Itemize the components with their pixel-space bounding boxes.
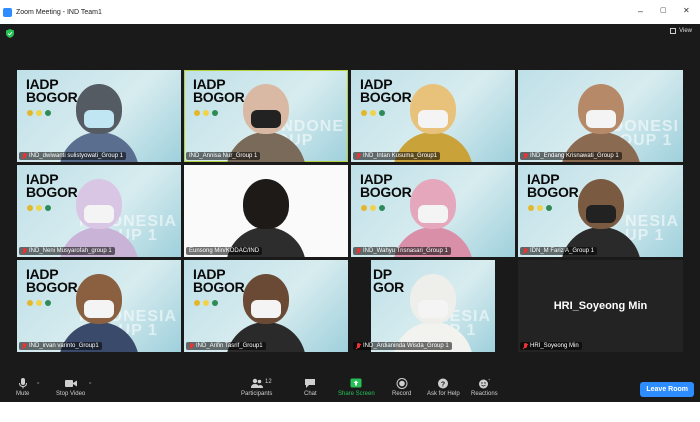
participant-name: IND_dwiwanti sulistyowati_Group 1 <box>19 152 127 160</box>
participant-name: IND_Wahyu Trisnasari_Group 1 <box>353 247 451 255</box>
chat-icon <box>305 379 316 388</box>
video-tile-3[interactable]: IADP BOGOR IND_Intan Kusuma_Group1 <box>351 70 515 162</box>
video-tile-7[interactable]: IADP BOGOR IND_Wahyu Trisnasari_Group 1 <box>351 165 515 257</box>
video-tile-1[interactable]: IADP BOGOR IND_dwiwanti sulistyowati_Grou… <box>17 70 181 162</box>
video-tile-8[interactable]: IADP BOGOR NESIA UP 1 IDN_M Fariz A_Group … <box>518 165 683 257</box>
participant-name: IND_Annisa Nur_Group 1 <box>186 152 261 160</box>
mic-muted-icon <box>523 153 528 159</box>
mic-muted-icon <box>523 343 528 349</box>
window-title: Zoom Meeting - IND Team1 <box>16 8 102 16</box>
reactions-icon: + <box>479 378 490 389</box>
record-icon <box>396 378 408 389</box>
title-bar: Zoom Meeting - IND Team1 – ▢ ✕ <box>0 0 700 24</box>
participant-name: IND_Ardianinda Wisda_Group 1 <box>353 342 452 350</box>
view-button[interactable]: View <box>670 28 692 34</box>
participant-video <box>226 274 306 352</box>
participant-video <box>393 179 473 257</box>
mic-muted-icon <box>356 153 361 159</box>
partner-logos <box>361 205 385 211</box>
stop-video-button[interactable]: Stop Video <box>56 378 85 397</box>
view-label: View <box>679 28 692 34</box>
partner-logos <box>194 300 218 306</box>
partner-logos <box>361 110 385 116</box>
video-tile-11[interactable]: DPGOR NESIAUP 1 IND_Ardianinda Wisda_Gro… <box>351 260 515 352</box>
video-tile-5[interactable]: IADPBOGOR INDONESIAGROUP 1 IND_Neni Musy… <box>17 165 181 257</box>
participant-name: IDN_M Fariz A_Group 1 <box>520 247 598 255</box>
record-button[interactable]: Record <box>392 378 411 397</box>
share-screen-button[interactable]: Share Screen <box>338 378 375 397</box>
mic-muted-icon <box>356 343 361 349</box>
mic-muted-icon <box>22 153 27 159</box>
maximize-button[interactable]: ▢ <box>660 6 667 16</box>
participant-video <box>59 84 139 162</box>
video-tile-12[interactable]: HRI_Soyeong Min HRI_Soyeong Min <box>518 260 683 352</box>
participant-name: IND_Endang Krisnawati_Group 1 <box>520 152 622 160</box>
camera-off-name: HRI_Soyeong Min <box>553 300 648 312</box>
mic-muted-icon <box>356 248 361 254</box>
participant-video <box>393 84 473 162</box>
mic-muted-icon <box>22 248 27 254</box>
participant-name: HRI_Soyeong Min <box>520 342 582 350</box>
participants-icon <box>250 378 263 388</box>
video-tile-4[interactable]: INDONESI GROUP 1 IND_Endang Krisnawati_Gr… <box>518 70 683 162</box>
microphone-icon <box>18 378 27 389</box>
video-options-caret[interactable]: ^ <box>89 382 91 388</box>
participant-name: IND_Neni Musyarofah_group 1 <box>19 247 115 255</box>
participant-count: 12 <box>265 379 272 385</box>
audio-options-caret[interactable]: ^ <box>37 382 39 388</box>
video-tile-10[interactable]: IADP BOGOR IND_Arifin Tasrif_Group1 <box>184 260 348 352</box>
video-tile-2[interactable]: IADP BOGOR INDONE OUP IND_Annisa Nur_Group… <box>184 70 348 162</box>
participant-video <box>226 84 306 162</box>
ask-for-help-button[interactable]: ? Ask for Help <box>427 378 460 397</box>
chat-button[interactable]: Chat <box>304 378 317 397</box>
minimize-button[interactable]: – <box>638 6 643 16</box>
partner-logos <box>27 110 51 116</box>
shield-icon[interactable] <box>6 29 14 38</box>
participant-video <box>226 179 306 257</box>
page-bottom-margin <box>0 402 700 422</box>
mute-button[interactable]: Mute <box>16 378 29 397</box>
participant-video <box>59 179 139 257</box>
participant-name: IND_Intan Kusuma_Group1 <box>353 152 441 160</box>
participant-name: Eunsong Min/KODAC/IND <box>186 247 263 255</box>
participant-name: IND_Arifin Tasrif_Group1 <box>186 342 266 350</box>
participant-video <box>560 179 641 257</box>
close-button[interactable]: ✕ <box>683 6 690 16</box>
video-frame: DPGOR NESIAUP 1 <box>371 260 495 352</box>
gallery-view: View IADP BOGOR IND_dwiwanti sulistyowati… <box>0 24 700 376</box>
partner-logos <box>528 205 552 211</box>
meeting-toolbar: Mute ^ Stop Video ^ Participants 12 Chat… <box>0 376 700 402</box>
reactions-button[interactable]: + Reactions <box>471 378 498 397</box>
partner-logos <box>27 300 51 306</box>
video-tile-6[interactable]: Eunsong Min/KODAC/IND <box>184 165 348 257</box>
partner-logos <box>27 205 51 211</box>
camera-icon <box>64 380 77 387</box>
share-screen-icon <box>350 378 362 388</box>
svg-text:?: ? <box>441 381 445 388</box>
mic-muted-icon <box>189 343 194 349</box>
participant-video <box>393 274 473 352</box>
partner-logos <box>194 110 218 116</box>
mic-muted-icon <box>523 248 528 254</box>
zoom-logo-icon <box>3 7 12 17</box>
participant-video <box>59 274 139 352</box>
help-icon: ? <box>438 378 449 389</box>
grid-icon <box>670 28 677 34</box>
participant-name: IND_irvan varinto_Group1 <box>19 342 102 350</box>
video-tile-9[interactable]: IADPBOGOR INDONESIAGROUP 1 IND_irvan var… <box>17 260 181 352</box>
svg-text:+: + <box>488 378 490 382</box>
mic-muted-icon <box>22 343 27 349</box>
leave-room-button[interactable]: Leave Room <box>640 382 694 397</box>
participant-video <box>560 84 641 162</box>
